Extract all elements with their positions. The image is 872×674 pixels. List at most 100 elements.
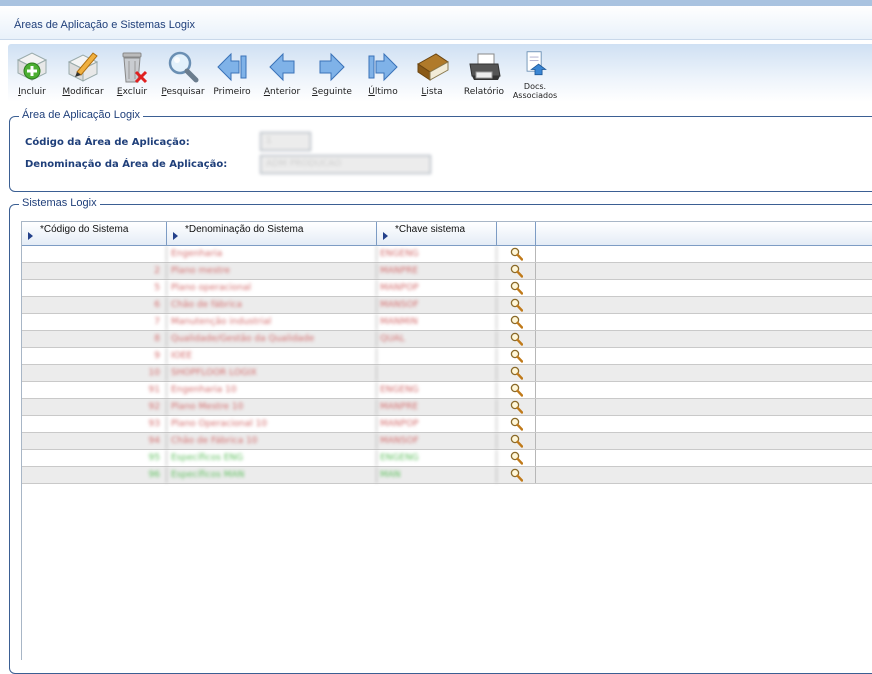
pesquisar-button[interactable]: Pesquisar <box>160 48 206 100</box>
cell-codigo: 96 <box>22 467 167 483</box>
incluir-button[interactable]: Incluir <box>12 48 52 100</box>
lista-button[interactable]: Lista <box>412 48 452 100</box>
printer-report-icon <box>469 53 501 80</box>
magnifier-icon[interactable] <box>510 264 523 278</box>
pesquisar-label: Pesquisar <box>161 87 205 97</box>
column-header-codigo[interactable]: *Código do Sistema <box>22 222 167 246</box>
table-row[interactable]: 92 Plano Mestre 10 MANPRE <box>22 399 872 416</box>
magnifier-icon[interactable] <box>510 383 523 397</box>
cell-chave: MANPRE <box>377 399 497 415</box>
excluir-label: Excluir <box>116 87 148 97</box>
magnifier-icon[interactable] <box>510 315 523 329</box>
cell-action <box>497 314 536 330</box>
area-aplicacao-panel <box>9 116 872 192</box>
first-arrow-icon <box>217 52 247 82</box>
magnifier-icon[interactable] <box>510 468 523 482</box>
cell-action <box>497 348 536 364</box>
table-row[interactable]: Engenharia ENGENG <box>22 246 872 263</box>
excluir-button[interactable]: Excluir <box>112 48 152 100</box>
documents-upload-icon <box>526 51 547 76</box>
cell-denominacao: Específicos ENG <box>167 450 377 466</box>
table-row[interactable]: 9 IOEE <box>22 348 872 365</box>
table-row[interactable]: 8 Qualidade/Gestão da Qualidade QUAL <box>22 331 872 348</box>
table-row[interactable]: 10 SHOPFLOOR LOGIX <box>22 365 872 382</box>
table-row[interactable]: 94 Chão de Fábrica 10 MANSOF <box>22 433 872 450</box>
sort-arrow-icon <box>28 232 33 240</box>
seguinte-button[interactable]: Seguinte <box>311 48 353 100</box>
table-row[interactable]: 5 Plano operacional MANPOP <box>22 280 872 297</box>
sistemas-grid: *Código do Sistema *Denominação do Siste… <box>21 221 872 660</box>
docs-label: Docs. Associados <box>512 82 558 100</box>
grid-header: *Código do Sistema *Denominação do Siste… <box>22 221 872 246</box>
cell-codigo: 92 <box>22 399 167 415</box>
cell-denominacao: Plano mestre <box>167 263 377 279</box>
magnifier-icon[interactable] <box>510 332 523 346</box>
anterior-button[interactable]: Anterior <box>261 48 303 100</box>
cell-action <box>497 246 536 262</box>
book-list-icon <box>417 53 449 81</box>
cell-action <box>497 297 536 313</box>
magnifier-icon[interactable] <box>510 366 523 380</box>
table-row[interactable]: 7 Manutenção industrial MANMIN <box>22 314 872 331</box>
cell-chave: MANPOP <box>377 280 497 296</box>
window-title: Áreas de Aplicação e Sistemas Logix <box>14 19 195 31</box>
previous-arrow-icon <box>269 52 295 82</box>
table-row[interactable]: 2 Plano mestre MANPRE <box>22 263 872 280</box>
cell-denominacao: Plano Mestre 10 <box>167 399 377 415</box>
cell-action <box>497 433 536 449</box>
primeiro-button[interactable]: Primeiro <box>211 48 253 100</box>
cell-denominacao: SHOPFLOOR LOGIX <box>167 365 377 381</box>
table-row[interactable]: 93 Plano Operacional 10 MANPOP <box>22 416 872 433</box>
table-row[interactable]: 95 Específicos ENG ENGENG <box>22 450 872 467</box>
cell-chave: MANPRE <box>377 263 497 279</box>
cell-chave: ENGENG <box>377 450 497 466</box>
magnifier-icon[interactable] <box>510 298 523 312</box>
magnifier-icon[interactable] <box>510 434 523 448</box>
sort-arrow-icon <box>173 232 178 240</box>
relatorio-button[interactable]: Relatório <box>462 48 506 100</box>
cell-action <box>497 263 536 279</box>
modificar-label: Modificar <box>62 87 104 97</box>
next-arrow-icon <box>319 52 345 82</box>
cell-codigo: 9 <box>22 348 167 364</box>
cell-action <box>497 399 536 415</box>
table-row[interactable]: 6 Chão de fábrica MANSOF <box>22 297 872 314</box>
ultimo-button[interactable]: Último <box>362 48 404 100</box>
cell-codigo: 5 <box>22 280 167 296</box>
modificar-button[interactable]: Modificar <box>58 48 108 100</box>
cell-denominacao: Chão de Fábrica 10 <box>167 433 377 449</box>
cell-codigo: 93 <box>22 416 167 432</box>
magnifier-icon[interactable] <box>510 281 523 295</box>
cell-denominacao: Engenharia <box>167 246 377 262</box>
cell-codigo: 94 <box>22 433 167 449</box>
column-header-chave[interactable]: *Chave sistema <box>377 222 497 246</box>
column-header-denominacao[interactable]: *Denominação do Sistema <box>167 222 377 246</box>
table-row[interactable]: 96 Específicos MAN MAN <box>22 467 872 484</box>
cell-denominacao: Plano operacional <box>167 280 377 296</box>
relatorio-label: Relatório <box>463 87 505 97</box>
sort-arrow-icon <box>383 232 388 240</box>
docs-associados-button[interactable]: Docs. Associados <box>510 48 560 100</box>
add-document-icon <box>16 52 48 81</box>
magnifier-icon[interactable] <box>510 451 523 465</box>
lista-label: Lista <box>421 87 443 97</box>
denominacao-area-input[interactable]: ADM PRODUCAO <box>260 155 431 174</box>
cell-denominacao: Chão de fábrica <box>167 297 377 313</box>
cell-codigo <box>22 246 167 262</box>
cell-action <box>497 467 536 483</box>
last-arrow-icon <box>368 52 398 82</box>
magnifier-icon[interactable] <box>510 417 523 431</box>
trash-delete-icon <box>122 52 148 84</box>
magnifier-icon[interactable] <box>510 247 523 261</box>
seguinte-label: Seguinte <box>312 87 352 97</box>
table-row[interactable]: 91 Engenharia 10 ENGENG <box>22 382 872 399</box>
cell-codigo: 6 <box>22 297 167 313</box>
cell-codigo: 2 <box>22 263 167 279</box>
cell-chave <box>377 348 497 364</box>
cell-codigo: 8 <box>22 331 167 347</box>
cell-denominacao: Qualidade/Gestão da Qualidade <box>167 331 377 347</box>
magnifier-icon[interactable] <box>510 349 523 363</box>
codigo-area-input[interactable]: 1 <box>260 132 311 151</box>
cell-denominacao: IOEE <box>167 348 377 364</box>
magnifier-icon[interactable] <box>510 400 523 414</box>
